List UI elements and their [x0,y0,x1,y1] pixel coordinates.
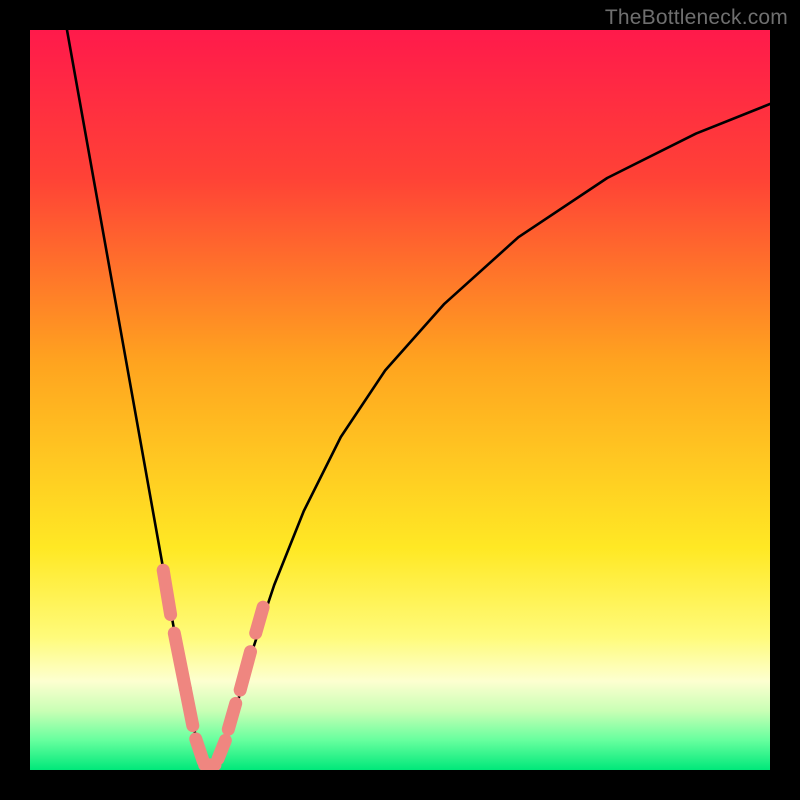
plot-area [30,30,770,770]
marker-segment [240,652,250,690]
marker-segment [174,633,185,689]
marker-segment [218,740,225,759]
curve-layer [30,30,770,770]
curve-right-arm [208,104,770,770]
marker-segment [196,739,203,761]
marker-segment [185,689,192,726]
marker-segment [228,703,235,729]
chart-frame: TheBottleneck.com [0,0,800,800]
marker-segment [256,607,263,633]
watermark-text: TheBottleneck.com [605,6,788,30]
curve-left-arm [67,30,208,770]
marker-segment [163,570,170,614]
